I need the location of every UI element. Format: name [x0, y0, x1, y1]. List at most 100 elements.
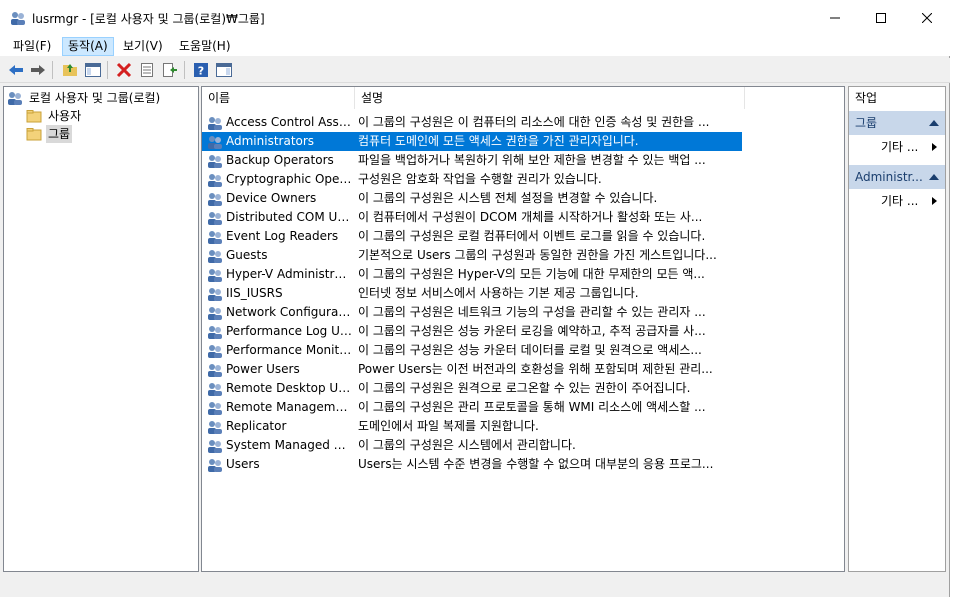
group-name: Guests [226, 248, 268, 262]
show-hide-action-pane-button[interactable] [214, 60, 234, 80]
table-row[interactable]: IIS_IUSRS 인터넷 정보 서비스에서 사용하는 기본 제공 그룹입니다. [202, 284, 742, 303]
action-more-actions[interactable]: 기타 ... [849, 137, 945, 157]
up-one-level-button[interactable] [60, 60, 80, 80]
group-icon [208, 212, 222, 225]
collapse-up-icon [929, 120, 939, 126]
group-icon [208, 155, 222, 168]
table-row[interactable]: Event Log Readers 이 그룹의 구성원은 로컬 컴퓨터에서 이벤트… [202, 227, 742, 246]
group-description: Power Users는 이전 버전과의 호환성을 위해 포함되며 제한된 관리… [358, 362, 713, 376]
title-bar: lusrmgr - [로컬 사용자 및 그룹(로컬)₩그룹] [0, 0, 950, 36]
group-name: Hyper-V Administrat... [226, 267, 352, 281]
table-row[interactable]: Network Configuratio... 이 그룹의 구성원은 네트워크 기… [202, 303, 742, 322]
table-row[interactable]: Remote Management... 이 그룹의 구성원은 관리 프로토콜을 … [202, 398, 742, 417]
group-name: Cryptographic Operat... [226, 172, 352, 186]
properties-button[interactable] [137, 60, 157, 80]
group-description: 구성원은 암호화 작업을 수행할 권리가 있습니다. [358, 172, 602, 186]
group-description: 도메인에서 파일 복제를 지원합니다. [358, 419, 539, 433]
table-row[interactable]: Administrators 컴퓨터 도메인에 모든 액세스 권한을 가진 관리자… [202, 132, 742, 151]
tree-root-label: 로컬 사용자 및 그룹(로컬) [29, 91, 161, 105]
group-name: Backup Operators [226, 153, 334, 167]
action-section-title: Administr... [855, 170, 923, 184]
menu-file[interactable]: 파일(F) [8, 38, 56, 55]
delete-button[interactable] [114, 60, 134, 80]
menu-view[interactable]: 보기(V) [118, 38, 168, 55]
action-item-label: 기타 ... [881, 194, 919, 208]
group-description: 이 그룹의 구성원은 시스템 전체 설정을 변경할 수 있습니다. [358, 191, 658, 205]
group-description: 파일을 백업하거나 복원하기 위해 보안 제한을 변경할 수 있는 백업 ... [358, 153, 706, 167]
table-row[interactable]: Device Owners 이 그룹의 구성원은 시스템 전체 설정을 변경할 수… [202, 189, 742, 208]
group-name: Remote Desktop Users [226, 381, 352, 395]
table-row[interactable]: Performance Monitor... 이 그룹의 구성원은 성능 카운터 … [202, 341, 742, 360]
mmc-window: lusrmgr - [로컬 사용자 및 그룹(로컬)₩그룹] 파일(F) 동작(… [0, 0, 950, 597]
action-section-groups[interactable]: 그룹 [849, 111, 945, 135]
group-name: Network Configuratio... [226, 305, 352, 319]
toolbar: ? [0, 58, 950, 83]
group-description: 컴퓨터 도메인에 모든 액세스 권한을 가진 관리자입니다. [358, 134, 639, 148]
table-row[interactable]: Hyper-V Administrat... 이 그룹의 구성원은 Hyper-V… [202, 265, 742, 284]
close-button[interactable] [904, 0, 950, 36]
table-row[interactable]: Power Users Power Users는 이전 버전과의 호환성을 위해 … [202, 360, 742, 379]
local-users-groups-icon [8, 92, 22, 105]
submenu-arrow-icon [932, 197, 937, 205]
group-name: Event Log Readers [226, 229, 339, 243]
submenu-arrow-icon [932, 143, 937, 151]
forward-arrow-icon [31, 65, 45, 75]
back-button[interactable] [6, 60, 26, 80]
group-icon [208, 193, 222, 206]
close-icon [922, 13, 932, 23]
folder-icon [26, 128, 42, 141]
table-row[interactable]: System Managed Acc... 이 그룹의 구성원은 시스템에서 관리… [202, 436, 742, 455]
group-icon [208, 269, 222, 282]
group-description: 이 그룹의 구성원은 성능 카운터 데이터를 로컬 및 원격으로 액세스... [358, 343, 702, 357]
toolbar-separator [184, 61, 185, 79]
group-description: 인터넷 정보 서비스에서 사용하는 기본 제공 그룹입니다. [358, 286, 639, 300]
forward-button[interactable] [28, 60, 48, 80]
action-more-actions[interactable]: 기타 ... [849, 191, 945, 211]
group-name: Replicator [226, 419, 287, 433]
group-description: 이 그룹의 구성원은 Hyper-V의 모든 기능에 대한 무제한의 모든 액.… [358, 267, 705, 281]
table-row[interactable]: Users Users는 시스템 수준 변경을 수행할 수 없으며 대부분의 응용… [202, 455, 742, 474]
group-icon [208, 421, 222, 434]
properties-icon [141, 63, 153, 77]
table-row[interactable]: Remote Desktop Users 이 그룹의 구성원은 원격으로 로그온할… [202, 379, 742, 398]
table-row[interactable]: Performance Log Users 이 그룹의 구성원은 성능 카운터 로… [202, 322, 742, 341]
column-divider[interactable] [744, 87, 745, 109]
table-row[interactable]: Distributed COM Users 이 컴퓨터에서 구성원이 DCOM 개… [202, 208, 742, 227]
action-pane-header: 작업 [855, 91, 878, 105]
minimize-button[interactable] [812, 0, 858, 36]
group-icon [208, 402, 222, 415]
table-row[interactable]: Replicator 도메인에서 파일 복제를 지원합니다. [202, 417, 742, 436]
group-icon [208, 345, 222, 358]
show-hide-tree-button[interactable] [83, 60, 103, 80]
maximize-button[interactable] [858, 0, 904, 36]
group-name: Performance Monitor... [226, 343, 352, 357]
users-app-icon [11, 12, 25, 25]
column-header-description[interactable]: 설명 [355, 87, 745, 109]
help-button[interactable]: ? [191, 60, 211, 80]
action-pane: 작업 그룹 기타 ... Administr... 기타 ... [848, 86, 946, 572]
menu-action[interactable]: 동작(A) [62, 37, 114, 56]
table-row[interactable]: Access Control Assist... 이 그룹의 구성원은 이 컴퓨터… [202, 113, 742, 132]
group-description: 이 그룹의 구성원은 원격으로 로그온할 수 있는 권한이 주어집니다. [358, 381, 691, 395]
group-description: Users는 시스템 수준 변경을 수행할 수 없으며 대부분의 응용 프로그.… [358, 457, 714, 471]
console-tree-pane: 로컬 사용자 및 그룹(로컬) 사용자 그룹 [3, 86, 199, 572]
group-name: System Managed Acc... [226, 438, 352, 452]
group-icon [208, 174, 222, 187]
tree-item-label: 사용자 [48, 109, 82, 123]
group-name: Distributed COM Users [226, 210, 352, 224]
group-name: IIS_IUSRS [226, 286, 283, 300]
table-row[interactable]: Guests 기본적으로 Users 그룹의 구성원과 동일한 권한을 가진 게스… [202, 246, 742, 265]
table-row[interactable]: Cryptographic Operat... 구성원은 암호화 작업을 수행할 … [202, 170, 742, 189]
export-list-button[interactable] [160, 60, 180, 80]
group-description: 이 그룹의 구성원은 성능 카운터 로깅을 예약하고, 추적 공급자를 사... [358, 324, 706, 338]
menu-help[interactable]: 도움말(H) [174, 38, 236, 55]
group-name: Remote Management... [226, 400, 352, 414]
group-description: 이 컴퓨터에서 구성원이 DCOM 개체를 시작하거나 활성화 또는 사... [358, 210, 703, 224]
svg-text:?: ? [198, 65, 204, 78]
action-section-administrators[interactable]: Administr... [849, 165, 945, 189]
window-title: lusrmgr - [로컬 사용자 및 그룹(로컬)₩그룹] [32, 12, 265, 26]
help-icon: ? [194, 63, 208, 78]
group-icon [208, 383, 222, 396]
table-row[interactable]: Backup Operators 파일을 백업하거나 복원하기 위해 보안 제한을… [202, 151, 742, 170]
column-header-name[interactable]: 이름 [202, 87, 354, 109]
